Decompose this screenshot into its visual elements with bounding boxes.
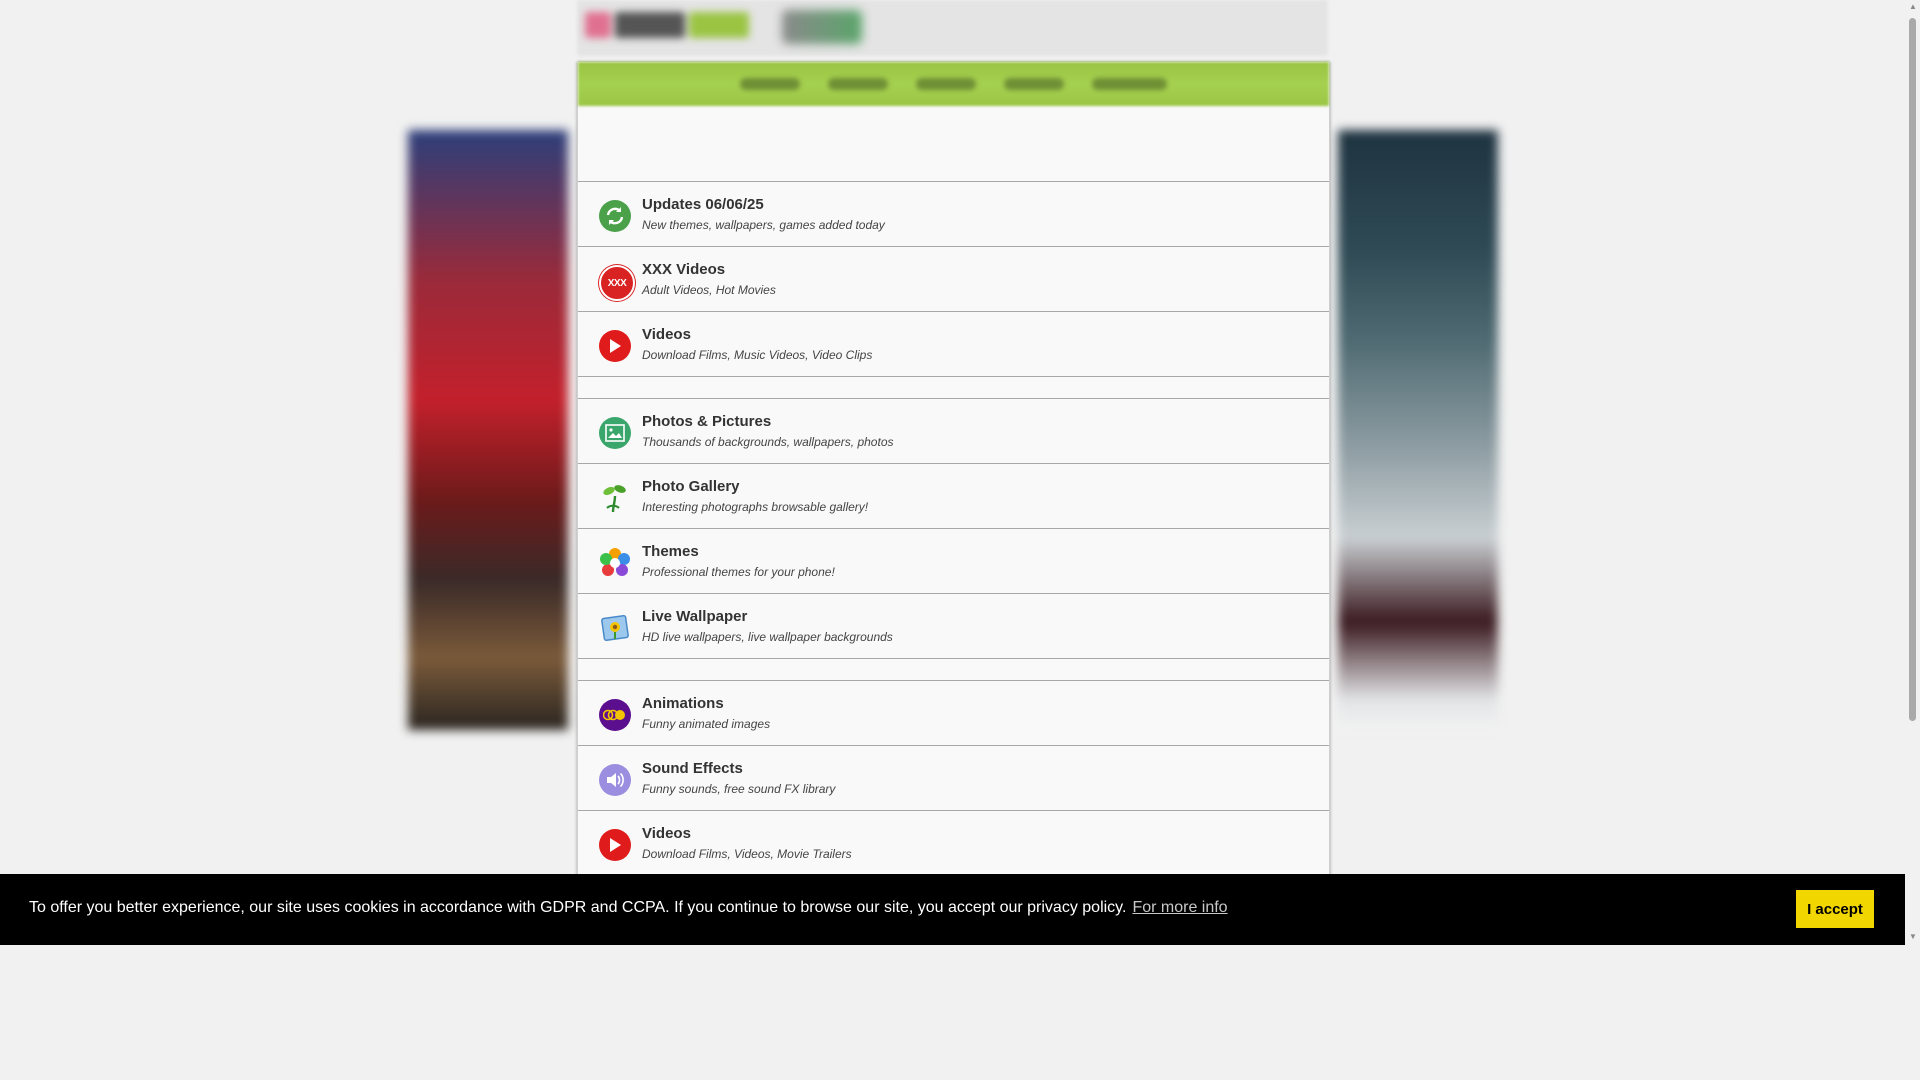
list-item[interactable]: Videos Download Films, Music Videos, Vide… (578, 311, 1329, 376)
nav-item[interactable] (828, 78, 888, 90)
list-item-title[interactable]: Photos & Pictures (642, 413, 771, 430)
list-item-title[interactable]: Videos (642, 825, 691, 842)
scrollbar-thumb[interactable] (1909, 18, 1916, 721)
play-icon (599, 829, 631, 861)
list-item[interactable]: Themes Professional themes for your phone… (578, 528, 1329, 593)
list-item-subtitle: Download Films, Music Videos, Video Clip… (642, 348, 873, 362)
animation-icon (599, 699, 631, 731)
cookie-banner: To offer you better experience, our site… (0, 874, 1905, 945)
cookie-more-info-link[interactable]: For more info (1132, 899, 1227, 916)
list-item-subtitle: Interesting photographs browsable galler… (642, 500, 869, 514)
speaker-icon (599, 764, 631, 796)
right-ad-banner[interactable] (1338, 130, 1498, 730)
list-item[interactable]: Animations Funny animated images (578, 680, 1329, 745)
plant-icon (599, 482, 631, 514)
scrollbar[interactable]: ▲ ▼ (1905, 0, 1920, 945)
list-item-subtitle: Funny sounds, free sound FX library (642, 782, 836, 796)
list-item-title[interactable]: Updates 06/06/25 (642, 196, 764, 213)
list-item-subtitle: Download Films, Videos, Movie Trailers (642, 847, 852, 861)
list-item-title[interactable]: Sound Effects (642, 760, 743, 777)
scroll-up-icon[interactable]: ▲ (1909, 2, 1917, 11)
left-ad-banner[interactable] (408, 130, 568, 730)
picture-icon (599, 417, 631, 449)
list-item[interactable]: Sound Effects Funny sounds, free sound FX… (578, 745, 1329, 810)
nav-item[interactable] (740, 78, 800, 90)
nav-item[interactable] (1004, 78, 1064, 90)
list-item[interactable]: Photos & Pictures Thousands of background… (578, 398, 1329, 463)
sunflower-picture-icon (599, 612, 631, 644)
main-content: Updates 06/06/25 New themes, wallpapers, … (577, 62, 1330, 880)
flower-icon (599, 547, 631, 579)
list-spacer (578, 376, 1329, 398)
list-item-title[interactable]: Photo Gallery (642, 478, 740, 495)
list-item-subtitle: New themes, wallpapers, games added toda… (642, 218, 885, 232)
list-item-subtitle: HD live wallpapers, live wallpaper backg… (642, 630, 893, 644)
nav-bar (578, 62, 1329, 106)
list-item-subtitle: Funny animated images (642, 717, 771, 731)
list-item[interactable]: Videos Download Films, Videos, Movie Trai… (578, 810, 1329, 876)
list-item[interactable]: XXX XXX Videos Adult Videos, Hot Movies (578, 246, 1329, 311)
xxx-icon: XXX (599, 265, 635, 301)
list-spacer (578, 658, 1329, 680)
scroll-down-icon[interactable]: ▼ (1909, 932, 1917, 941)
list-item[interactable]: Live Wallpaper HD live wallpapers, live w… (578, 593, 1329, 658)
category-list: Updates 06/06/25 New themes, wallpapers, … (578, 181, 1329, 876)
list-item[interactable]: Photo Gallery Interesting photographs bro… (578, 463, 1329, 528)
list-item-subtitle: Thousands of backgrounds, wallpapers, ph… (642, 435, 894, 449)
list-item-subtitle: Professional themes for your phone! (642, 565, 835, 579)
cookie-accept-button[interactable]: I accept (1796, 890, 1874, 928)
nav-item[interactable] (916, 78, 976, 90)
list-item[interactable]: Updates 06/06/25 New themes, wallpapers, … (578, 181, 1329, 246)
nav-item[interactable] (1092, 78, 1167, 90)
list-item-title[interactable]: Videos (642, 326, 691, 343)
list-item-title[interactable]: Animations (642, 695, 724, 712)
header-button[interactable] (782, 10, 862, 44)
play-icon (599, 330, 631, 362)
site-logo[interactable] (585, 8, 755, 42)
cookie-message: To offer you better experience, our site… (29, 899, 1127, 916)
cookie-text: To offer you better experience, our site… (29, 899, 1228, 917)
list-item-title[interactable]: Live Wallpaper (642, 608, 747, 625)
list-item-subtitle: Adult Videos, Hot Movies (642, 283, 776, 297)
list-item-title[interactable]: Themes (642, 543, 699, 560)
refresh-icon (599, 200, 631, 232)
list-item-title[interactable]: XXX Videos (642, 261, 725, 278)
